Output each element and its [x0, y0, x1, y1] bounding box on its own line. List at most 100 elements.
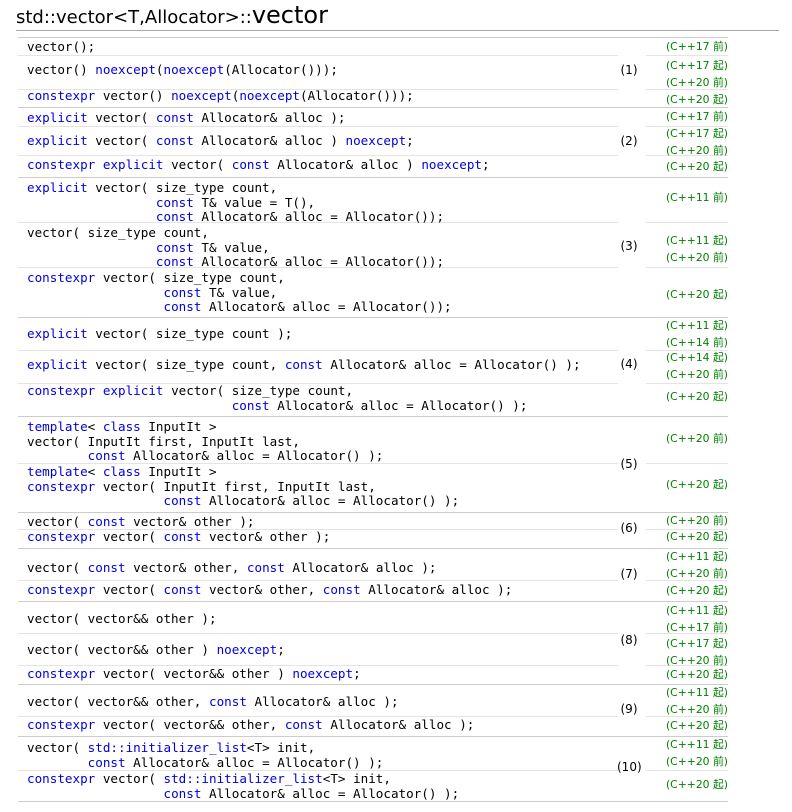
code-text: vector( InputIt first, InputIt last,: [95, 478, 376, 494]
code-keyword[interactable]: explicit: [27, 357, 88, 372]
code-keyword[interactable]: noexcept: [421, 157, 482, 172]
code-keyword[interactable]: const: [209, 694, 247, 709]
code-keyword[interactable]: noexcept: [239, 88, 300, 103]
code-line: template< class InputIt >: [27, 419, 217, 435]
code-keyword[interactable]: constexpr: [27, 582, 95, 597]
overload-group: vector( vector&& other ); (C++11 起) (C++17…: [18, 601, 728, 683]
code-text: vector& other );: [125, 514, 255, 529]
code-keyword[interactable]: noexcept: [171, 88, 232, 103]
code-keyword[interactable]: const: [232, 157, 270, 172]
code-keyword[interactable]: explicit: [27, 133, 88, 148]
code-keyword[interactable]: constexpr: [27, 479, 95, 494]
code-text: Allocator& alloc = Allocator() );: [322, 357, 581, 372]
overload-group: explicit vector( size_type count, const …: [18, 177, 728, 315]
code-keyword[interactable]: const: [88, 448, 126, 463]
code-keyword[interactable]: noexcept: [164, 62, 225, 77]
code-keyword[interactable]: noexcept: [292, 666, 353, 681]
version-label: (C++11 前): [665, 191, 728, 204]
code-keyword[interactable]: const: [163, 786, 201, 801]
code-keyword[interactable]: constexpr: [27, 529, 95, 544]
code-keyword[interactable]: const: [156, 110, 194, 125]
code-keyword[interactable]: const: [156, 195, 194, 210]
version-label: (C++17 前): [665, 620, 728, 634]
code-keyword[interactable]: noexcept: [95, 62, 156, 77]
version-label: (C++20 起): [665, 530, 728, 543]
code-keyword[interactable]: template: [27, 419, 88, 434]
code-keyword[interactable]: class: [103, 419, 141, 434]
code-keyword[interactable]: const: [156, 133, 194, 148]
code-keyword[interactable]: constexpr: [27, 157, 95, 172]
overload-number: (4): [620, 357, 638, 371]
code-keyword[interactable]: const: [163, 493, 201, 508]
code-keyword[interactable]: explicit: [103, 383, 164, 398]
code-text: vector( size_type count,: [163, 383, 354, 398]
code-keyword[interactable]: constexpr: [27, 88, 95, 103]
code-text: vector( size_type count,: [95, 270, 285, 285]
code-keyword[interactable]: const: [232, 398, 270, 413]
code-text: vector( vector&& other,: [27, 694, 209, 709]
code-keyword[interactable]: explicit: [27, 326, 88, 341]
code-keyword[interactable]: template: [27, 464, 88, 479]
code-keyword[interactable]: const: [88, 755, 126, 770]
code-keyword[interactable]: const: [285, 717, 323, 732]
code-line: const Allocator& alloc = Allocator() );: [27, 448, 384, 464]
version-note: (C++20 前): [646, 431, 728, 448]
code-line: explicit vector( const Allocator& alloc …: [27, 110, 346, 126]
code-keyword[interactable]: constexpr: [27, 666, 95, 681]
code-keyword[interactable]: const: [156, 254, 194, 269]
code-text: <: [87, 419, 103, 434]
entry-divider: [18, 155, 618, 156]
code-keyword[interactable]: const: [247, 560, 285, 575]
code-keyword[interactable]: std::initializer_list: [164, 771, 323, 786]
code-keyword[interactable]: constexpr: [27, 270, 95, 285]
code-keyword[interactable]: const: [163, 285, 201, 300]
code-keyword[interactable]: constexpr: [27, 717, 95, 732]
code-text: Allocator& alloc = Allocator() );: [125, 754, 384, 770]
overload-number: (2): [620, 134, 638, 148]
version-note: (C++17 起) (C++20 前): [646, 58, 728, 91]
code-keyword[interactable]: const: [164, 529, 202, 544]
code-keyword[interactable]: explicit: [27, 180, 88, 195]
code-keyword[interactable]: const: [164, 582, 202, 597]
entry-divider: [18, 580, 618, 581]
code-text: InputIt >: [140, 464, 217, 479]
code-keyword[interactable]: const: [156, 240, 194, 255]
code-line: constexpr explicit vector( const Allocat…: [27, 157, 490, 173]
version-label: (C++20 前): [665, 143, 728, 157]
version-note: (C++14 起) (C++20 前): [646, 350, 728, 383]
version-label: (C++11 起): [665, 686, 728, 699]
code-line: constexpr explicit vector( size_type cou…: [27, 383, 354, 399]
version-label: (C++17 前): [665, 40, 728, 53]
code-keyword[interactable]: explicit: [103, 157, 164, 172]
code-line: constexpr vector( InputIt first, InputIt…: [27, 478, 376, 495]
code-keyword[interactable]: const: [323, 582, 361, 597]
code-keyword[interactable]: noexcept: [346, 133, 407, 148]
code-keyword[interactable]: explicit: [27, 110, 88, 125]
code-text: vector( InputIt first, InputIt last,: [27, 433, 300, 449]
version-label: (C++20 起): [665, 778, 728, 791]
code-keyword[interactable]: noexcept: [217, 642, 278, 657]
code-text: vector& other,: [201, 582, 323, 597]
code-keyword[interactable]: std::initializer_list: [88, 740, 247, 755]
code-text: vector& other,: [125, 560, 247, 575]
version-note: (C++20 起): [646, 287, 728, 304]
code-text: Allocator& alloc );: [193, 110, 346, 125]
code-text: Allocator& alloc = Allocator() );: [125, 448, 384, 464]
version-label: (C++17 起): [665, 127, 728, 140]
code-text: vector(: [95, 771, 164, 786]
code-keyword[interactable]: const: [156, 209, 194, 224]
code-keyword[interactable]: constexpr: [27, 383, 95, 398]
code-keyword[interactable]: constexpr: [27, 771, 95, 786]
version-note: (C++20 起): [646, 159, 728, 176]
code-keyword[interactable]: class: [103, 464, 141, 479]
code-keyword[interactable]: const: [88, 514, 126, 529]
code-keyword[interactable]: const: [163, 299, 201, 314]
code-text: T& value = T(),: [193, 194, 316, 210]
code-keyword[interactable]: const: [88, 560, 126, 575]
code-line: constexpr vector( vector&& other ) noexc…: [27, 666, 361, 682]
code-text: vector& other );: [201, 529, 331, 544]
code-keyword[interactable]: const: [285, 357, 323, 372]
